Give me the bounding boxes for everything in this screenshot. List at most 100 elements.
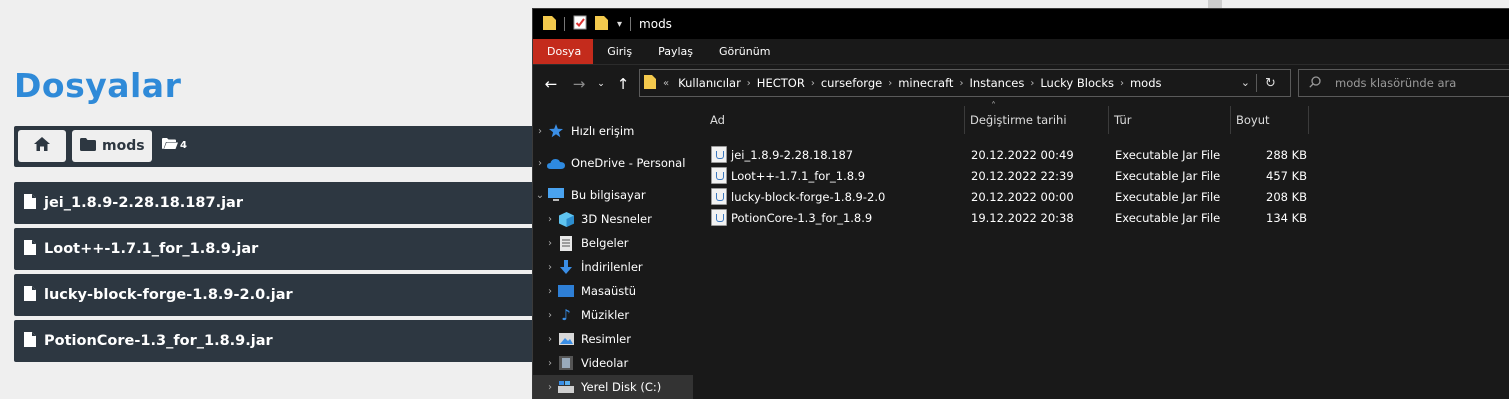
folder-icon: [80, 137, 96, 155]
refresh-icon: ↻: [1265, 75, 1276, 91]
sidebar-item-label: Videolar: [581, 356, 629, 370]
file-date: 20.12.2022 00:49: [971, 148, 1074, 162]
file-card-name: PotionCore-1.3_for_1.8.9.jar: [44, 333, 273, 349]
folder-icon: [543, 15, 556, 33]
address-segment[interactable]: curseforge: [815, 76, 888, 90]
sidebar-item-documents[interactable]: › Belgeler: [533, 231, 693, 255]
chevron-right-icon[interactable]: ›: [543, 262, 557, 273]
star-icon: [547, 123, 565, 139]
file-card[interactable]: PotionCore-1.3_for_1.8.9.jar: [14, 320, 544, 362]
sidebar-item-label: Yerel Disk (C:): [581, 380, 662, 394]
quick-access-dropdown-icon[interactable]: ▾: [617, 19, 622, 30]
jar-file-icon: [711, 167, 727, 184]
file-type: Executable Jar File: [1115, 211, 1221, 225]
table-row[interactable]: PotionCore-1.3_for_1.8.9 19.12.2022 20:3…: [711, 208, 1331, 229]
file-card[interactable]: Loot++-1.7.1_for_1.8.9.jar: [14, 228, 544, 270]
address-segment[interactable]: Lucky Blocks: [1034, 76, 1120, 90]
refresh-button[interactable]: ↻: [1256, 74, 1284, 92]
chevron-right-icon[interactable]: ›: [543, 238, 557, 249]
tab-share[interactable]: Paylaş: [644, 39, 705, 64]
column-name[interactable]: Ad: [705, 106, 965, 134]
file-name: Loot++-1.7.1_for_1.8.9: [731, 169, 866, 183]
table-row[interactable]: Loot++-1.7.1_for_1.8.9 20.12.2022 22:39 …: [711, 166, 1331, 187]
file-browser-page: Dosyalar mods 4 jei_1.8.9-2.28.18.187.ja…: [0, 0, 544, 399]
window-title: mods: [639, 17, 672, 31]
file-card[interactable]: jei_1.8.9-2.28.18.187.jar: [14, 182, 544, 224]
column-type[interactable]: Tür: [1109, 106, 1231, 134]
sidebar-item-label: OneDrive - Personal: [571, 156, 686, 170]
file-size: 208 KB: [1266, 190, 1308, 204]
address-segment[interactable]: Kullanıcılar: [672, 76, 747, 90]
sidebar-item-label: 3D Nesneler: [581, 212, 652, 226]
chevron-right-icon[interactable]: ›: [533, 126, 547, 137]
chevron-right-icon[interactable]: ›: [543, 286, 557, 297]
search-box[interactable]: mods klasöründe ara: [1298, 69, 1509, 97]
sidebar-item-this-pc[interactable]: ⌄ Bu bilgisayar: [533, 183, 693, 207]
sidebar-item-label: Resimler: [581, 332, 631, 346]
new-folder-icon[interactable]: [595, 15, 609, 33]
search-icon: [1309, 75, 1321, 91]
jar-file-icon: [711, 188, 727, 205]
open-folder-icon: [162, 138, 178, 152]
chevron-right-icon[interactable]: ›: [543, 334, 557, 345]
file-icon: [24, 331, 36, 351]
navigation-pane: › Hızlı erişim › OneDrive - Personal ⌄ B…: [533, 119, 693, 399]
tab-view[interactable]: Görünüm: [705, 39, 782, 64]
column-size[interactable]: Boyut: [1231, 106, 1309, 134]
chevron-right-icon[interactable]: ›: [543, 310, 557, 321]
search-input[interactable]: mods klasöründe ara: [1335, 76, 1456, 90]
home-button[interactable]: [18, 130, 66, 162]
sidebar-item-onedrive[interactable]: › OneDrive - Personal: [533, 151, 693, 175]
sidebar-item-local-disk[interactable]: › Yerel Disk (C:): [533, 375, 693, 399]
address-dropdown-icon[interactable]: ⌄: [1241, 76, 1250, 89]
arrow-right-icon: →: [572, 75, 586, 93]
chevron-right-icon[interactable]: ›: [543, 358, 557, 369]
file-size: 134 KB: [1266, 211, 1308, 225]
breadcrumb: mods 4: [14, 126, 544, 167]
file-explorer-window: ▾ mods Dosya Giriş Paylaş Görünüm ← → ⌄ …: [532, 8, 1509, 399]
file-type: Executable Jar File: [1115, 148, 1221, 162]
table-row[interactable]: jei_1.8.9-2.28.18.187 20.12.2022 00:49 E…: [711, 145, 1331, 166]
address-segment[interactable]: minecraft: [892, 76, 959, 90]
sidebar-item-label: Bu bilgisayar: [571, 188, 646, 202]
sidebar-item-3d-objects[interactable]: › 3D Nesneler: [533, 207, 693, 231]
sidebar-item-music[interactable]: › ♪ Müzikler: [533, 303, 693, 327]
file-type: Executable Jar File: [1115, 190, 1221, 204]
sidebar-item-videos[interactable]: › Videolar: [533, 351, 693, 375]
file-size: 457 KB: [1266, 169, 1308, 183]
address-bar[interactable]: « Kullanıcılar › HECTOR › curseforge › m…: [639, 69, 1291, 97]
tab-home[interactable]: Giriş: [593, 39, 644, 64]
recent-locations-button[interactable]: ⌄: [593, 70, 609, 98]
jar-file-icon: [711, 209, 727, 226]
file-size: 288 KB: [1266, 148, 1308, 162]
address-segment[interactable]: HECTOR: [751, 76, 811, 90]
sidebar-item-label: İndirilenler: [581, 260, 643, 274]
table-row[interactable]: lucky-block-forge-1.8.9-2.0 20.12.2022 0…: [711, 187, 1331, 208]
chevron-down-icon: ⌄: [597, 79, 605, 89]
tab-file[interactable]: Dosya: [533, 39, 594, 64]
sidebar-item-desktop[interactable]: › Masaüstü: [533, 279, 693, 303]
file-card[interactable]: lucky-block-forge-1.8.9-2.0.jar: [14, 274, 544, 316]
address-overflow[interactable]: «: [660, 78, 672, 89]
sidebar-item-quick-access[interactable]: › Hızlı erişim: [533, 119, 693, 143]
sidebar-item-pictures[interactable]: › Resimler: [533, 327, 693, 351]
properties-icon[interactable]: [573, 15, 587, 33]
chevron-down-icon[interactable]: ⌄: [533, 190, 547, 201]
chevron-right-icon[interactable]: ›: [543, 382, 557, 393]
sidebar-item-label: Hızlı erişim: [571, 124, 635, 138]
address-segment[interactable]: mods: [1124, 76, 1168, 90]
back-button[interactable]: ←: [537, 70, 565, 98]
forward-button[interactable]: →: [565, 70, 593, 98]
computer-icon: [547, 187, 565, 203]
ribbon-tabs: Dosya Giriş Paylaş Görünüm: [533, 39, 1509, 64]
chevron-right-icon[interactable]: ›: [543, 214, 557, 225]
breadcrumb-folder-button[interactable]: mods: [72, 130, 152, 162]
file-name: lucky-block-forge-1.8.9-2.0: [731, 190, 886, 204]
chevron-right-icon[interactable]: ›: [533, 158, 547, 169]
up-button[interactable]: ↑: [609, 70, 637, 98]
address-segment[interactable]: Instances: [963, 76, 1030, 90]
sidebar-item-downloads[interactable]: › İndirilenler: [533, 255, 693, 279]
file-icon: [24, 193, 36, 213]
scrollbar-thumb[interactable]: [1208, 0, 1222, 8]
column-date-modified[interactable]: Değiştirme tarihi: [965, 106, 1109, 134]
